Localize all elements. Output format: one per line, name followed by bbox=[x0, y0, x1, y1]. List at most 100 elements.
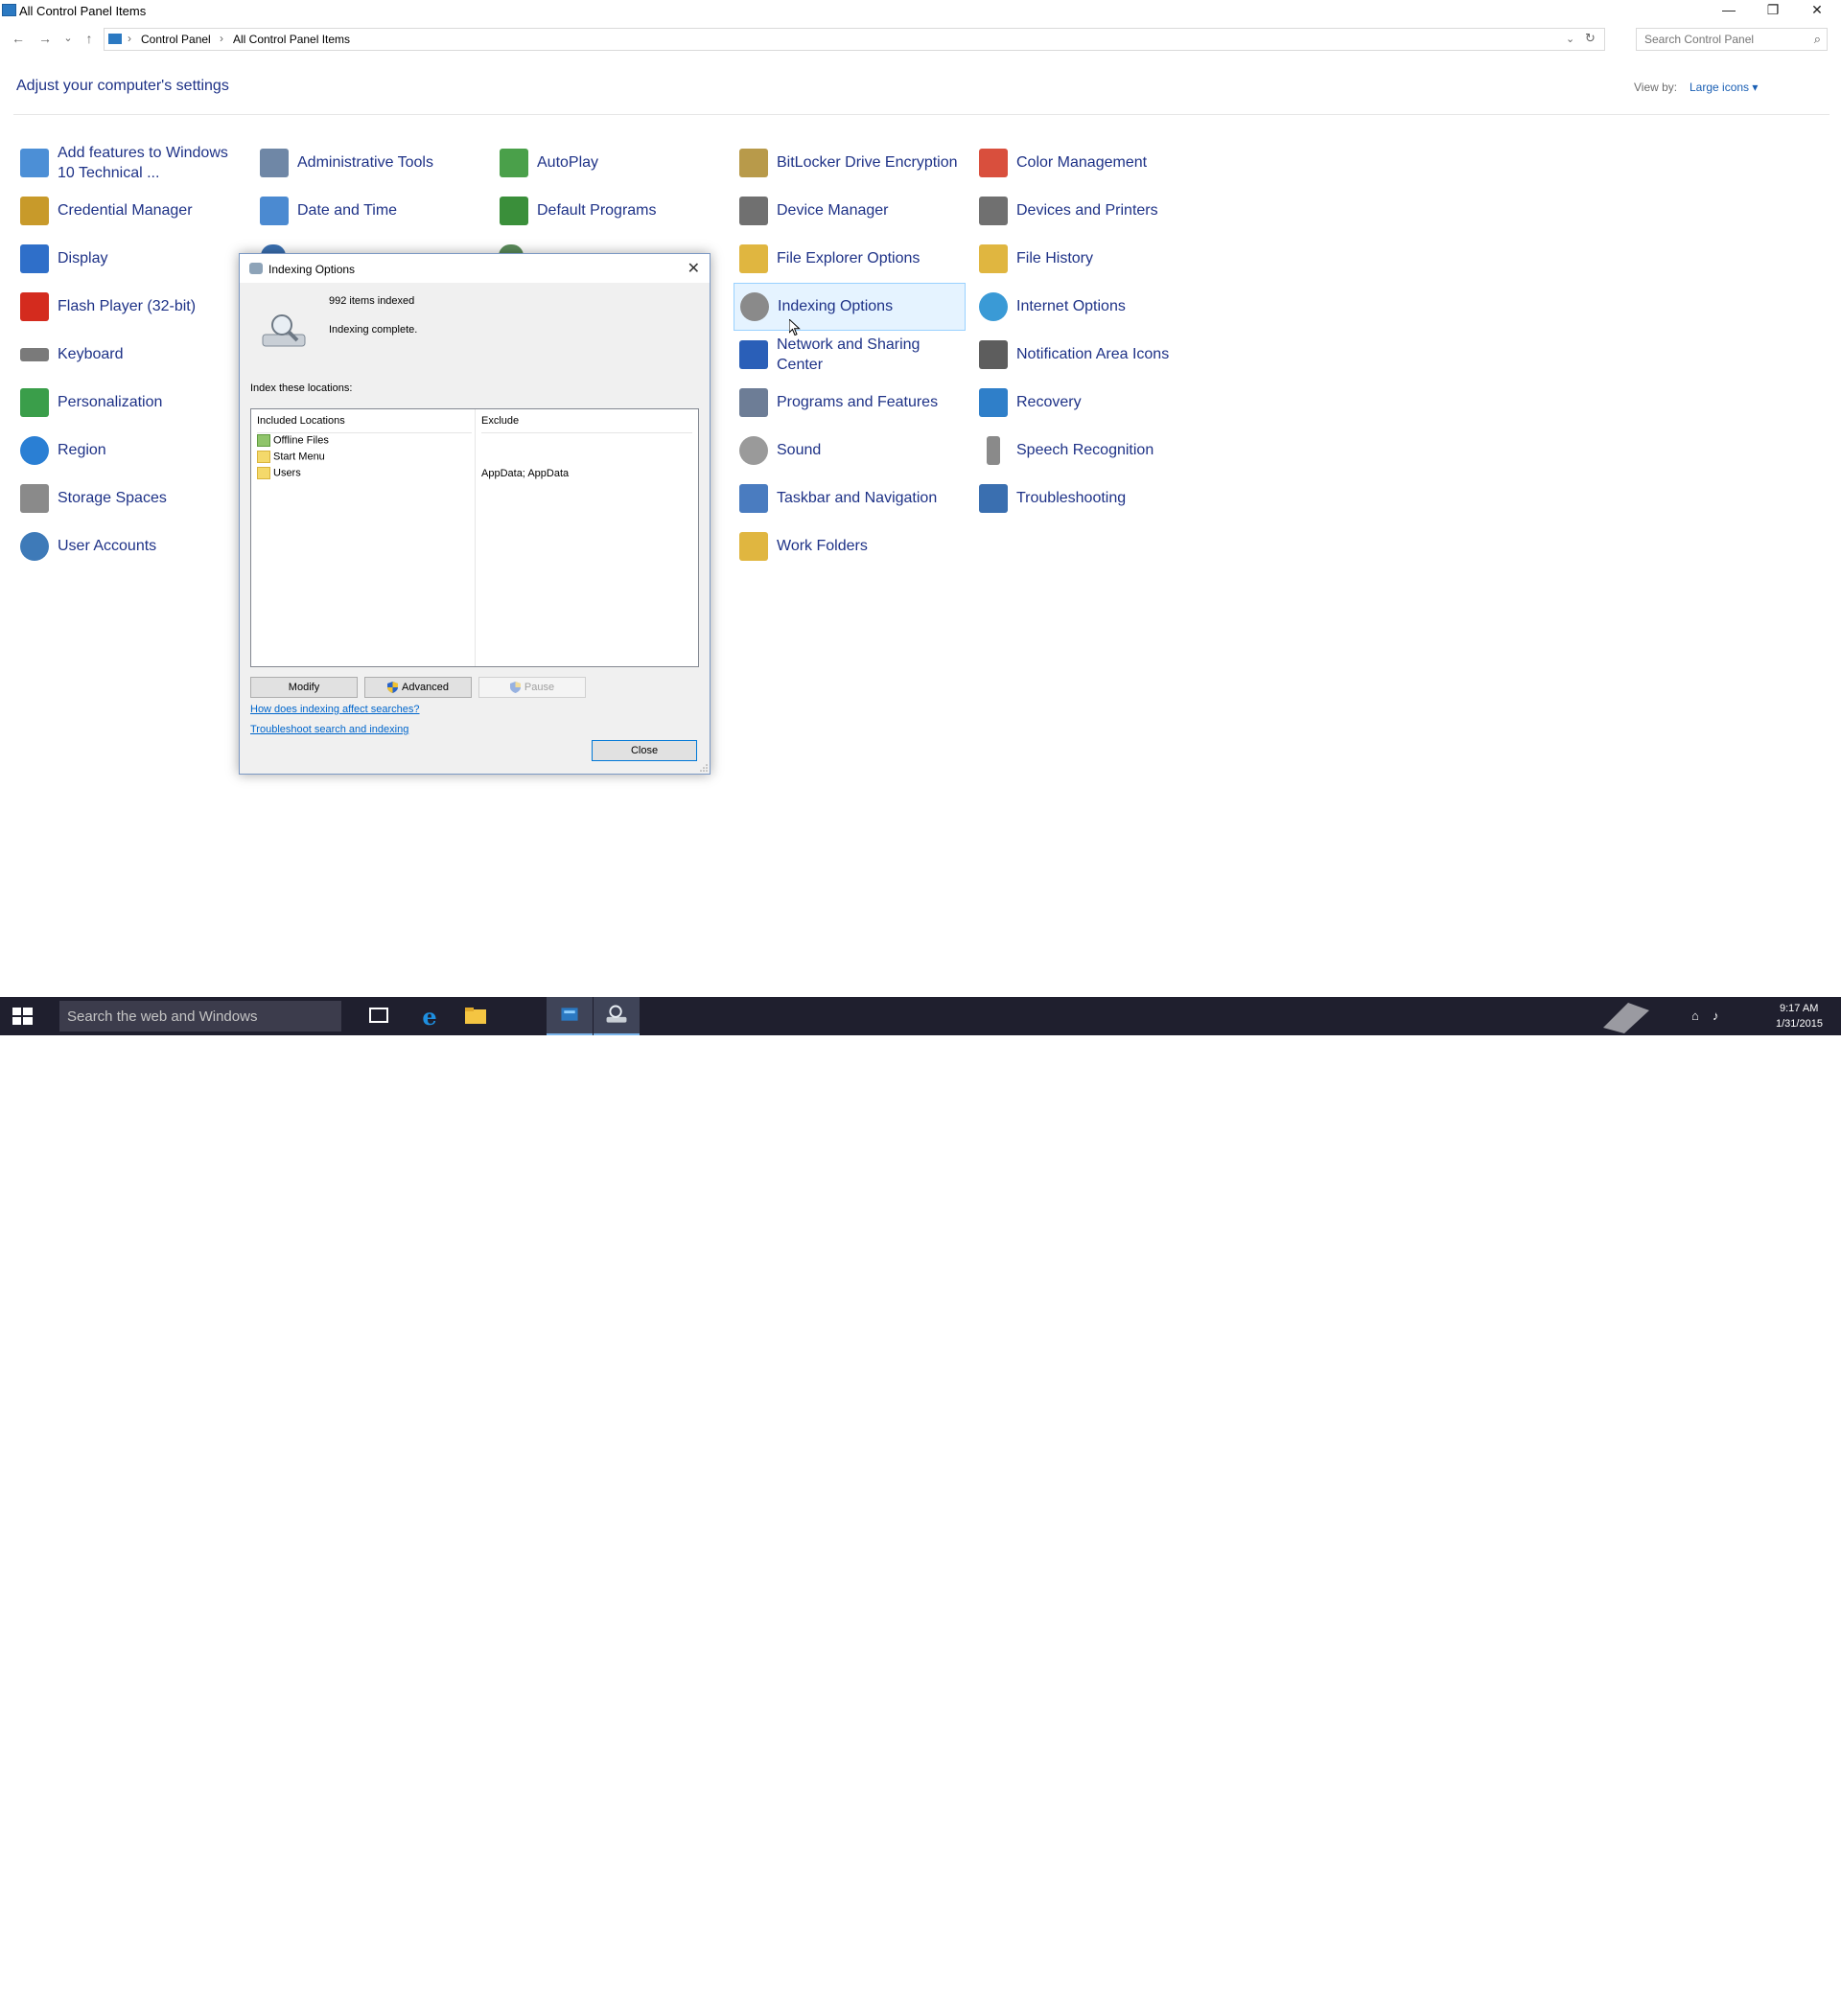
dialog-titlebar: Indexing Options ✕ bbox=[240, 254, 710, 283]
location-row-start-menu[interactable]: Start Menu bbox=[257, 451, 325, 463]
recent-locations-chevron-icon[interactable]: ⌄ bbox=[59, 30, 77, 47]
file-explorer-icon[interactable] bbox=[453, 997, 499, 1035]
internet-explorer-icon[interactable]: e bbox=[407, 997, 453, 1035]
date-time-icon bbox=[260, 197, 289, 225]
search-icon[interactable]: ⌕ bbox=[1814, 32, 1821, 47]
item-label: Taskbar and Navigation bbox=[777, 490, 938, 506]
taskbar-search-box[interactable]: Search the web and Windows bbox=[59, 1001, 341, 1031]
how-indexing-affects-link[interactable]: How does indexing affect searches? bbox=[250, 704, 420, 715]
indexing-options-dialog: Indexing Options ✕ 992 items indexed Ind… bbox=[239, 253, 711, 775]
item-label: Add features to Windows 10 Technical ... bbox=[58, 145, 228, 181]
item-label: Date and Time bbox=[297, 202, 398, 219]
item-file-history[interactable]: File History bbox=[973, 236, 1203, 282]
view-by-dropdown[interactable]: Large icons ▾ bbox=[1690, 81, 1758, 94]
close-window-button[interactable]: ✕ bbox=[1795, 0, 1839, 21]
item-autoplay[interactable]: AutoPlay bbox=[494, 140, 724, 186]
volume-icon[interactable]: ♪ bbox=[1713, 1008, 1719, 1023]
item-label: Region bbox=[58, 442, 106, 458]
add-features-icon bbox=[20, 149, 49, 177]
column-header-included[interactable]: Included Locations bbox=[257, 409, 472, 433]
column-header-exclude[interactable]: Exclude bbox=[481, 409, 692, 433]
up-arrow-icon[interactable]: ↑ bbox=[81, 30, 98, 47]
internet-options-globe-icon bbox=[979, 292, 1008, 321]
location-row-offline-files[interactable]: Offline Files bbox=[257, 434, 329, 447]
breadcrumb-control-panel[interactable]: Control Panel bbox=[141, 33, 211, 46]
column-separator bbox=[475, 409, 476, 666]
item-programs-features[interactable]: Programs and Features bbox=[734, 380, 964, 426]
indexing-options-taskbar-icon[interactable] bbox=[594, 997, 640, 1035]
item-label: Indexing Options bbox=[778, 298, 894, 314]
troubleshoot-indexing-link[interactable]: Troubleshoot search and indexing bbox=[250, 724, 408, 735]
breadcrumb-separator-icon: › bbox=[220, 32, 223, 45]
item-keyboard[interactable]: Keyboard bbox=[14, 332, 245, 378]
item-notification-area-icons[interactable]: Notification Area Icons bbox=[973, 332, 1203, 378]
item-display[interactable]: Display bbox=[14, 236, 245, 282]
item-default-programs[interactable]: Default Programs bbox=[494, 188, 724, 234]
item-label: Work Folders bbox=[777, 538, 868, 554]
window-title: All Control Panel Items bbox=[19, 4, 147, 18]
item-recovery[interactable]: Recovery bbox=[973, 380, 1203, 426]
item-personalization[interactable]: Personalization bbox=[14, 380, 245, 426]
item-credential-manager[interactable]: Credential Manager bbox=[14, 188, 245, 234]
item-network-sharing[interactable]: Network and Sharing Center bbox=[734, 332, 964, 378]
locations-list[interactable]: Included Locations Exclude Offline Files… bbox=[250, 408, 699, 667]
back-arrow-icon[interactable]: ← bbox=[10, 30, 27, 47]
item-label: Internet Options bbox=[1016, 298, 1126, 314]
item-file-explorer-options[interactable]: File Explorer Options bbox=[734, 236, 964, 282]
item-storage-spaces[interactable]: Storage Spaces bbox=[14, 475, 245, 521]
item-label: Credential Manager bbox=[58, 202, 193, 219]
item-label: Recovery bbox=[1016, 394, 1082, 410]
resize-grip-icon[interactable] bbox=[700, 764, 708, 772]
item-administrative-tools[interactable]: Administrative Tools bbox=[254, 140, 484, 186]
network-icon[interactable]: ⌂ bbox=[1691, 1008, 1699, 1023]
address-dropdown-chevron-icon[interactable]: ⌄ bbox=[1566, 33, 1574, 45]
storage-spaces-icon bbox=[20, 484, 49, 513]
search-box[interactable]: ⌕ bbox=[1636, 28, 1828, 51]
breadcrumb-all-items[interactable]: All Control Panel Items bbox=[233, 33, 350, 46]
forward-arrow-icon[interactable]: → bbox=[36, 30, 54, 47]
windows-start-icon[interactable] bbox=[0, 997, 46, 1035]
item-add-features[interactable]: Add features to Windows 10 Technical ... bbox=[14, 140, 245, 186]
item-device-manager[interactable]: Device Manager bbox=[734, 188, 964, 234]
item-work-folders[interactable]: Work Folders bbox=[734, 523, 964, 569]
item-speech-recognition[interactable]: Speech Recognition bbox=[973, 428, 1203, 474]
restore-button[interactable]: ❐ bbox=[1751, 0, 1795, 21]
address-tools: ⌄ ↻ bbox=[1562, 29, 1604, 50]
minimize-button[interactable]: — bbox=[1707, 0, 1751, 21]
item-troubleshooting[interactable]: Troubleshooting bbox=[973, 475, 1203, 521]
item-color-management[interactable]: Color Management bbox=[973, 140, 1203, 186]
item-sound[interactable]: Sound bbox=[734, 428, 964, 474]
address-bar[interactable]: › Control Panel › All Control Panel Item… bbox=[104, 28, 1605, 51]
breadcrumb-separator-icon: › bbox=[128, 32, 131, 45]
item-bitlocker[interactable]: BitLocker Drive Encryption bbox=[734, 140, 964, 186]
item-devices-printers[interactable]: Devices and Printers bbox=[973, 188, 1203, 234]
refresh-icon[interactable]: ↻ bbox=[1585, 31, 1596, 46]
item-region[interactable]: Region bbox=[14, 428, 245, 474]
close-button[interactable]: Close bbox=[592, 740, 697, 761]
header-divider bbox=[13, 114, 1829, 115]
modify-button[interactable]: Modify bbox=[250, 677, 358, 698]
item-label: Color Management bbox=[1016, 154, 1148, 171]
item-date-and-time[interactable]: Date and Time bbox=[254, 188, 484, 234]
devices-printers-icon bbox=[979, 197, 1008, 225]
control-panel-taskbar-icon[interactable] bbox=[547, 997, 593, 1035]
item-flash-player[interactable]: Flash Player (32-bit) bbox=[14, 284, 245, 330]
pause-button: Pause bbox=[478, 677, 586, 698]
svg-text:e: e bbox=[422, 1003, 436, 1031]
task-view-icon[interactable] bbox=[356, 997, 402, 1035]
item-indexing-options[interactable]: Indexing Options bbox=[734, 283, 966, 331]
file-history-icon bbox=[979, 244, 1008, 273]
item-taskbar-navigation[interactable]: Taskbar and Navigation bbox=[734, 475, 964, 521]
indexing-status: Indexing complete. bbox=[329, 324, 418, 336]
item-internet-options[interactable]: Internet Options bbox=[973, 284, 1203, 330]
location-row-users[interactable]: Users bbox=[257, 467, 301, 479]
item-user-accounts[interactable]: User Accounts bbox=[14, 523, 245, 569]
item-label: Flash Player (32-bit) bbox=[58, 298, 197, 314]
clock-time[interactable]: 9:17 AM bbox=[1780, 1003, 1818, 1014]
administrative-tools-icon bbox=[260, 149, 289, 177]
dialog-close-icon[interactable]: ✕ bbox=[687, 259, 700, 278]
advanced-button[interactable]: Advanced bbox=[364, 677, 472, 698]
folder-icon bbox=[257, 451, 270, 463]
clock-date[interactable]: 1/31/2015 bbox=[1776, 1018, 1823, 1030]
search-input[interactable] bbox=[1643, 31, 1800, 48]
